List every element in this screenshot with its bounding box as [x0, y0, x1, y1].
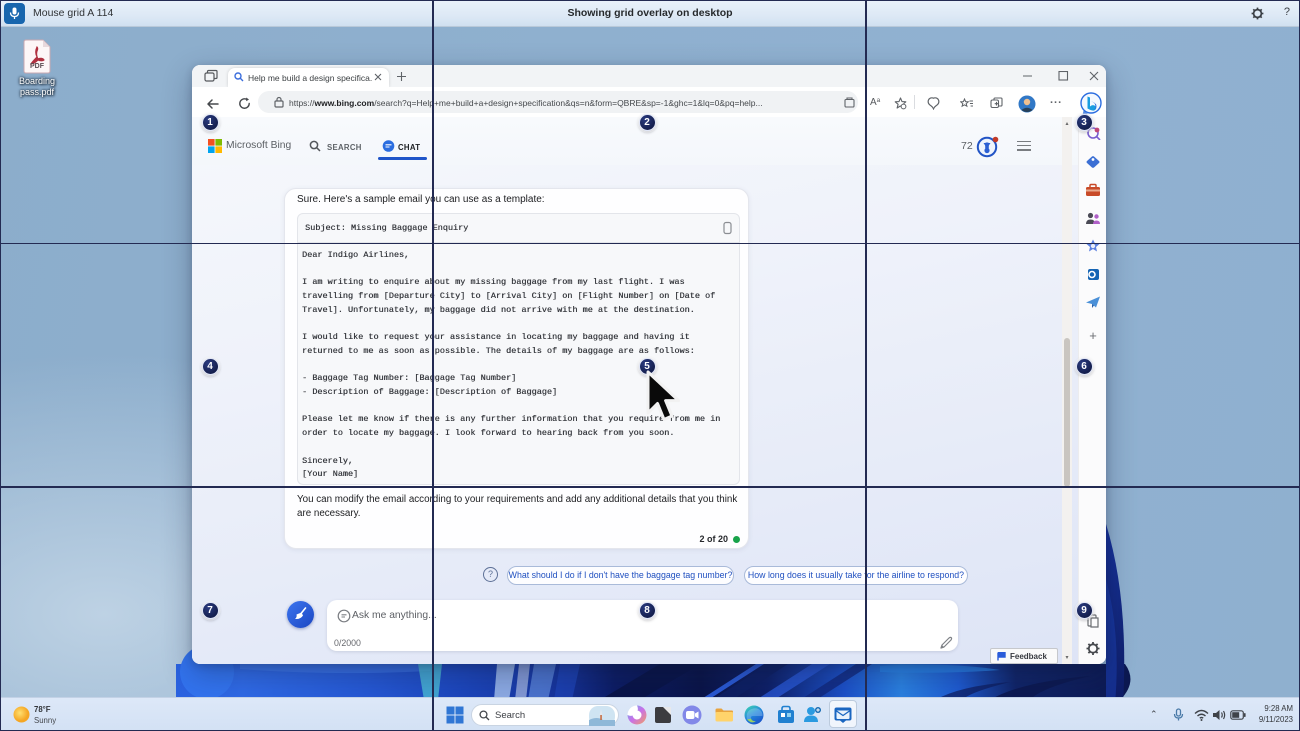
svg-text:PDF: PDF: [30, 63, 45, 70]
